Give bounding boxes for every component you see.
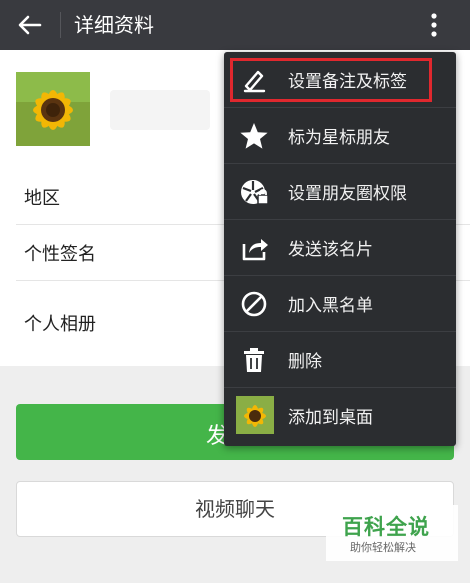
title-divider bbox=[60, 12, 61, 38]
menu-item-label: 添加到桌面 bbox=[288, 408, 373, 428]
menu-item-add-to-desktop[interactable]: 添加到桌面 bbox=[224, 388, 456, 444]
profile-name bbox=[110, 90, 210, 130]
menu-item-set-remark[interactable]: 设置备注及标签 bbox=[224, 52, 456, 108]
moments-permission-icon bbox=[241, 180, 269, 205]
overflow-menu: 设置备注及标签 标为星标朋友 设置朋友圈权限 发送该名片 加入黑名单 删除 添加… bbox=[224, 52, 456, 446]
watermark-brand: 百科全说 bbox=[342, 515, 430, 539]
avatar-thumb-icon bbox=[236, 396, 274, 434]
menu-item-label: 删除 bbox=[288, 352, 322, 372]
menu-item-moments-permission[interactable]: 设置朋友圈权限 bbox=[224, 164, 456, 220]
menu-item-label: 加入黑名单 bbox=[288, 296, 373, 316]
watermark-slogan: 助你轻松解决 bbox=[350, 541, 416, 554]
menu-item-blacklist[interactable]: 加入黑名单 bbox=[224, 276, 456, 332]
more-menu-icon[interactable] bbox=[420, 10, 448, 40]
menu-item-star-friend[interactable]: 标为星标朋友 bbox=[224, 108, 456, 164]
menu-item-label: 设置朋友圈权限 bbox=[288, 184, 407, 204]
menu-item-delete[interactable]: 删除 bbox=[224, 332, 456, 388]
sunflower-avatar-image bbox=[16, 72, 90, 146]
signature-label: 个性签名 bbox=[24, 244, 96, 265]
watermark-logo: 百科全说 助你轻松解决 bbox=[326, 505, 458, 561]
trash-icon bbox=[244, 348, 264, 372]
highlight-box bbox=[230, 58, 432, 102]
back-arrow-icon[interactable] bbox=[16, 11, 44, 39]
menu-item-label: 标为星标朋友 bbox=[288, 128, 390, 148]
album-label: 个人相册 bbox=[24, 314, 96, 335]
star-icon bbox=[240, 123, 268, 149]
block-icon bbox=[241, 291, 267, 317]
top-bar: 详细资料 bbox=[0, 0, 470, 50]
region-label: 地区 bbox=[24, 188, 60, 209]
share-icon bbox=[242, 239, 268, 261]
menu-item-label: 发送该名片 bbox=[288, 240, 373, 260]
avatar[interactable] bbox=[16, 72, 90, 146]
menu-item-send-card[interactable]: 发送该名片 bbox=[224, 220, 456, 276]
page-title: 详细资料 bbox=[74, 13, 154, 37]
